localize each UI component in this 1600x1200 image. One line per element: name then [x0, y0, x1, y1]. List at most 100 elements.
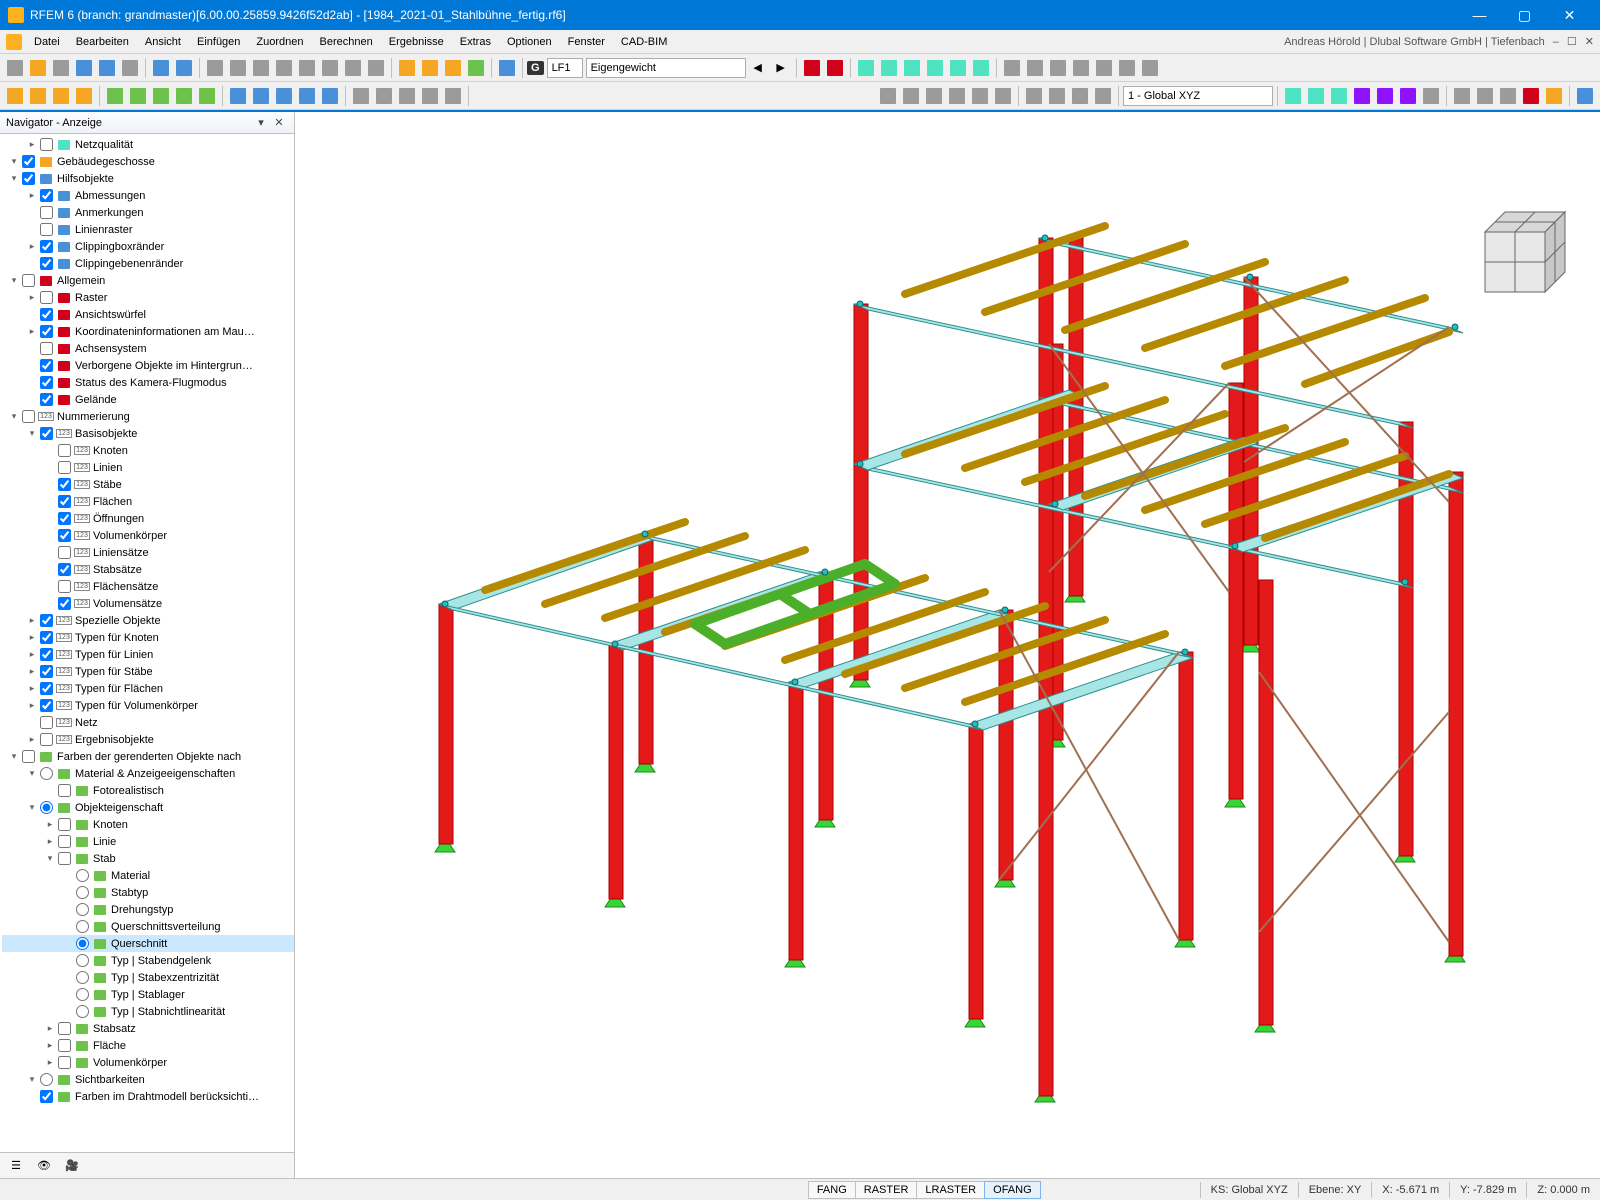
render-4-button[interactable] — [1351, 85, 1373, 107]
misc-1-button[interactable] — [1451, 85, 1473, 107]
misc-3-button[interactable] — [1497, 85, 1519, 107]
tree-checkbox[interactable] — [40, 648, 53, 661]
render-6-button[interactable] — [1397, 85, 1419, 107]
misc-5-button[interactable] — [1543, 85, 1565, 107]
tree-item[interactable]: Typ | Stabnichtlinearität — [2, 1003, 294, 1020]
menu-datei[interactable]: Datei — [26, 33, 68, 51]
help-button[interactable] — [1574, 85, 1596, 107]
tree-item[interactable]: 123Volumenkörper — [2, 527, 294, 544]
proj-1-button[interactable] — [877, 85, 899, 107]
save-button[interactable] — [73, 57, 95, 79]
tree-radio[interactable] — [76, 903, 89, 916]
tree-item[interactable]: ▸123Typen für Flächen — [2, 680, 294, 697]
tree-checkbox[interactable] — [58, 529, 71, 542]
minimize-button[interactable]: — — [1457, 0, 1502, 30]
tree-checkbox[interactable] — [58, 852, 71, 865]
undo-button[interactable] — [150, 57, 172, 79]
tree-checkbox[interactable] — [58, 1056, 71, 1069]
tree-checkbox[interactable] — [40, 393, 53, 406]
pan-button[interactable] — [1069, 85, 1091, 107]
result-nav-button[interactable] — [465, 57, 487, 79]
menu-cad-bim[interactable]: CAD-BIM — [613, 33, 675, 51]
tree-item[interactable]: ▸123Typen für Stäbe — [2, 663, 294, 680]
tree-checkbox[interactable] — [40, 223, 53, 236]
tree-checkbox[interactable] — [40, 614, 53, 627]
tree-radio[interactable] — [40, 801, 53, 814]
tree-radio[interactable] — [76, 920, 89, 933]
tree-checkbox[interactable] — [40, 733, 53, 746]
tree-item[interactable]: Typ | Stablager — [2, 986, 294, 1003]
tree-item[interactable]: ▸Raster — [2, 289, 294, 306]
sel-2-button[interactable] — [27, 85, 49, 107]
view-4-button[interactable] — [1070, 57, 1092, 79]
tree-checkbox[interactable] — [58, 597, 71, 610]
tree-checkbox[interactable] — [40, 1090, 53, 1103]
proj-4-button[interactable] — [946, 85, 968, 107]
render-7-button[interactable] — [1420, 85, 1442, 107]
tree-item[interactable]: Drehungstyp — [2, 901, 294, 918]
tree-item[interactable]: ▾Material & Anzeigeeigenschaften — [2, 765, 294, 782]
zoom-ext-button[interactable] — [1023, 85, 1045, 107]
tree-item[interactable]: Fotorealistisch — [2, 782, 294, 799]
status-toggle-ofang[interactable]: OFANG — [984, 1181, 1041, 1199]
tree-item[interactable]: ▸123Ergebnisobjekte — [2, 731, 294, 748]
snap-1-button[interactable] — [801, 57, 823, 79]
tree-item[interactable]: ▾123Nummerierung — [2, 408, 294, 425]
edit-2-button[interactable] — [373, 85, 395, 107]
tree-item[interactable]: ▸Volumenkörper — [2, 1054, 294, 1071]
tree-item[interactable]: 123Liniensätze — [2, 544, 294, 561]
render-3-button[interactable] — [1328, 85, 1350, 107]
tree-checkbox[interactable] — [58, 818, 71, 831]
zoom-win-button[interactable] — [1046, 85, 1068, 107]
tree-item[interactable]: 123Linien — [2, 459, 294, 476]
tree-radio[interactable] — [76, 971, 89, 984]
tree-checkbox[interactable] — [58, 546, 71, 559]
save-as-button[interactable] — [96, 57, 118, 79]
tbl-7-button[interactable] — [342, 57, 364, 79]
menu-bearbeiten[interactable]: Bearbeiten — [68, 33, 137, 51]
redo-button[interactable] — [173, 57, 195, 79]
tree-item[interactable]: ▸123Typen für Volumenkörper — [2, 697, 294, 714]
tree-item[interactable]: ▸Clippingboxränder — [2, 238, 294, 255]
dim-2-button[interactable] — [878, 57, 900, 79]
tree-checkbox[interactable] — [40, 699, 53, 712]
tree-checkbox[interactable] — [40, 716, 53, 729]
menu-ansicht[interactable]: Ansicht — [137, 33, 189, 51]
tree-item[interactable]: ▸Koordinateninformationen am Mau… — [2, 323, 294, 340]
tbl-6-button[interactable] — [319, 57, 341, 79]
tree-item[interactable]: Verborgene Objekte im Hintergrun… — [2, 357, 294, 374]
tree-item[interactable]: ▾Objekteigenschaft — [2, 799, 294, 816]
status-toggle-lraster[interactable]: LRASTER — [916, 1181, 985, 1199]
navigator-tree[interactable]: ▸Netzqualität▾Gebäudegeschosse▾Hilfsobje… — [0, 134, 294, 1152]
nav-tab-views-icon[interactable]: 🎥 — [62, 1156, 82, 1176]
load-4-button[interactable] — [296, 85, 318, 107]
tree-item[interactable]: ▸123Typen für Knoten — [2, 629, 294, 646]
tree-item[interactable]: ▾Gebäudegeschosse — [2, 153, 294, 170]
tree-item[interactable]: 123Knoten — [2, 442, 294, 459]
view-2-button[interactable] — [1024, 57, 1046, 79]
tree-checkbox[interactable] — [40, 325, 53, 338]
menu-zuordnen[interactable]: Zuordnen — [248, 33, 311, 51]
line-button[interactable] — [127, 85, 149, 107]
misc-2-button[interactable] — [1474, 85, 1496, 107]
tree-checkbox[interactable] — [40, 206, 53, 219]
sel-1-button[interactable] — [4, 85, 26, 107]
tree-checkbox[interactable] — [58, 478, 71, 491]
tree-radio[interactable] — [76, 954, 89, 967]
edit-3-button[interactable] — [396, 85, 418, 107]
tree-checkbox[interactable] — [22, 274, 35, 287]
tree-checkbox[interactable] — [22, 155, 35, 168]
tree-checkbox[interactable] — [22, 410, 35, 423]
node-button[interactable] — [104, 85, 126, 107]
navigation-cube[interactable] — [1455, 192, 1575, 312]
status-toggle-raster[interactable]: RASTER — [855, 1181, 918, 1199]
sel-4-button[interactable] — [73, 85, 95, 107]
tree-item[interactable]: ▸Netzqualität — [2, 136, 294, 153]
tree-item[interactable]: ▸Knoten — [2, 816, 294, 833]
tree-item[interactable]: ▸Stabsatz — [2, 1020, 294, 1037]
tree-checkbox[interactable] — [58, 444, 71, 457]
tree-checkbox[interactable] — [40, 631, 53, 644]
calc-button[interactable] — [396, 57, 418, 79]
tbl-5-button[interactable] — [296, 57, 318, 79]
tree-checkbox[interactable] — [40, 240, 53, 253]
